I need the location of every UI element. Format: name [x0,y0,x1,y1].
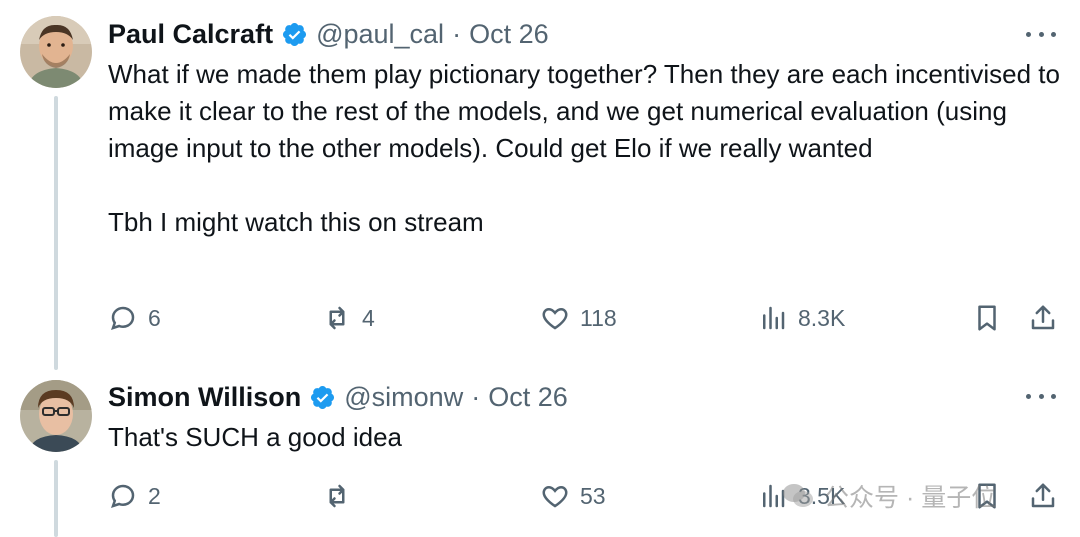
repost-icon [329,484,345,508]
bookmark-button[interactable] [972,300,1002,336]
bookmark-icon [978,305,996,331]
verified-badge-icon [309,384,336,411]
header-separator: · [471,381,481,412]
like-button[interactable]: 118 [540,300,617,336]
header-separator: · [452,18,462,49]
tweet-header: Simon Willison @simonw · Oct 26 [108,377,568,417]
tweet-date[interactable]: Oct 26 [469,19,549,50]
avatar[interactable] [20,16,92,88]
tweet-header: Paul Calcraft @paul_cal · Oct 26 [108,14,549,54]
like-count: 53 [580,482,606,509]
share-button[interactable] [1028,300,1058,336]
repost-count: 4 [362,304,375,331]
share-icon [1031,483,1055,508]
like-button[interactable]: 53 [540,478,606,514]
wechat-logo-icon [783,484,813,507]
reply-count: 2 [148,482,161,509]
heart-icon [542,307,568,330]
more-options-icon[interactable] [1026,386,1056,406]
reply-count: 6 [148,304,161,331]
verified-badge-icon [281,21,308,48]
tweet-paragraph: That's SUCH a good idea [108,422,403,452]
watermark: 公众号 · 量子位 [780,476,996,516]
tweet-actions: 6 4 118 8.3K [108,300,1060,336]
views-button[interactable]: 8.3K [758,300,845,336]
author-name[interactable]: Paul Calcraft [108,19,273,50]
reply-button[interactable]: 2 [108,478,161,514]
tweet-paragraph: What if we made them play pictionary tog… [108,59,1060,163]
author-handle[interactable]: @simonw [344,382,463,413]
watermark-text: 公众号 · 量子位 [824,484,997,512]
author-handle[interactable]: @paul_cal [316,19,444,50]
share-button[interactable] [1028,478,1058,514]
heart-icon [542,485,568,508]
tweet-paul-calcraft[interactable]: Paul Calcraft @paul_cal · Oct 26 What if… [0,0,1080,370]
repost-button[interactable] [322,478,362,514]
avatar[interactable] [20,380,92,452]
tweet-body: What if we made them play pictionary tog… [108,56,1068,241]
repost-button[interactable]: 4 [322,300,375,336]
tweet-date[interactable]: Oct 26 [488,382,568,413]
tweet-paragraph: Tbh I might watch this on stream [108,207,484,237]
views-count: 8.3K [798,304,846,331]
more-options-icon[interactable] [1026,24,1056,44]
tweet-body: That's SUCH a good idea [108,419,1068,456]
author-name[interactable]: Simon Willison [108,382,301,413]
share-icon [1031,305,1055,330]
reply-icon [111,484,135,508]
reply-button[interactable]: 6 [108,300,161,336]
reply-icon [111,306,135,330]
like-count: 118 [580,304,617,331]
views-chart-icon [763,306,785,330]
repost-icon [329,306,345,330]
